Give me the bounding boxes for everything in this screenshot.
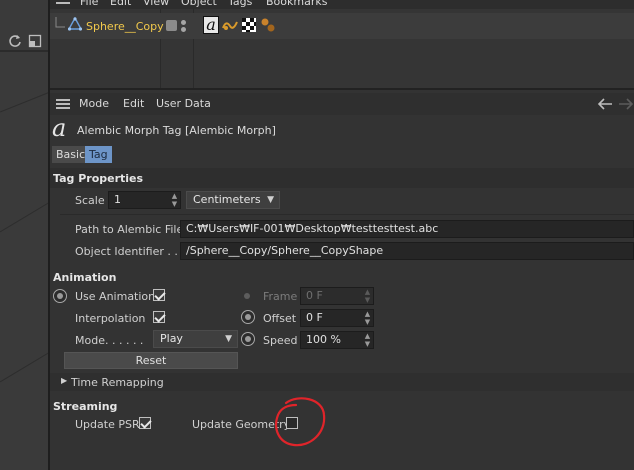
menu-view[interactable]: View — [143, 0, 169, 8]
speed-keyframe-radio[interactable] — [241, 332, 255, 346]
checker-material-icon[interactable] — [242, 18, 256, 32]
chevron-down-icon: ▼ — [225, 334, 232, 344]
forward-arrow-icon[interactable] — [617, 97, 634, 111]
render-visibility-dot[interactable] — [181, 27, 186, 32]
scale-value: 1 — [114, 193, 121, 206]
update-psr-checkbox[interactable] — [139, 417, 151, 429]
frame-field: 0 F ▲ ▼ — [300, 287, 374, 305]
attribute-manager-menubar: Mode Edit User Data — [50, 93, 634, 115]
frame-value: 0 F — [306, 289, 323, 302]
object-name[interactable]: Sphere__Copy — [86, 20, 164, 33]
menu-file[interactable]: File — [80, 0, 98, 8]
menu-hamburger-icon[interactable] — [56, 99, 70, 109]
speed-field[interactable]: 100 % ▲ ▼ — [300, 331, 374, 349]
use-animation-checkbox[interactable] — [153, 289, 165, 301]
offset-field[interactable]: 0 F ▲ ▼ — [300, 309, 374, 327]
scale-label: Scale — [75, 194, 105, 207]
update-psr-label: Update PSR — [75, 418, 140, 431]
section-title: Tag Properties — [53, 172, 144, 185]
mode-label: Mode. . . . . . — [75, 334, 144, 347]
tag-title: Alembic Morph Tag [Alembic Morph] — [77, 124, 276, 137]
path-label: Path to Alembic File — [75, 223, 184, 236]
alembic-tag-icon[interactable]: a — [203, 16, 219, 34]
identifier-label: Object Identifier . . — [75, 245, 178, 258]
rotate-view-icon[interactable] — [8, 34, 22, 48]
section-title-animation: Animation — [53, 271, 117, 284]
menu-mode[interactable]: Mode — [79, 97, 109, 110]
frame-keyframe-dot — [244, 293, 250, 299]
maximize-view-icon[interactable] — [28, 34, 42, 48]
tab-tag[interactable]: Tag — [85, 146, 112, 163]
expand-triangle-icon[interactable]: ▶ — [61, 376, 67, 385]
section-title-streaming: Streaming — [53, 400, 118, 413]
menu-hamburger-icon[interactable] — [56, 0, 70, 4]
offset-value: 0 F — [306, 311, 323, 324]
morph-tag-icon[interactable] — [222, 18, 238, 32]
editor-visibility-dot[interactable] — [181, 20, 186, 25]
menu-edit[interactable]: Edit — [110, 0, 131, 8]
frame-label: Frame — [263, 290, 298, 303]
menu-tags[interactable]: Tags — [228, 0, 252, 8]
divider — [60, 214, 634, 215]
tree-branch-icon — [55, 17, 65, 28]
mode-value: Play — [160, 332, 183, 345]
speed-label: Speed — [263, 334, 298, 347]
menu-user-data[interactable]: User Data — [156, 97, 211, 110]
viewport-panel[interactable] — [0, 0, 50, 470]
time-remapping-label: Time Remapping — [71, 376, 164, 389]
speed-value: 100 % — [306, 333, 341, 346]
use-animation-label: Use Animation — [75, 290, 156, 303]
menu-object[interactable]: Object — [181, 0, 217, 8]
polygon-object-icon — [68, 17, 82, 31]
interpolation-label: Interpolation — [75, 312, 146, 325]
units-value: Centimeters — [193, 193, 261, 206]
spheres-tag-icon[interactable] — [260, 17, 276, 33]
offset-label: Offset — [263, 312, 297, 325]
units-dropdown[interactable]: Centimeters ▼ — [186, 191, 280, 209]
time-remapping-group[interactable]: ▶ Time Remapping — [50, 373, 634, 391]
reset-button[interactable]: Reset — [64, 352, 238, 369]
path-field[interactable]: C:₩Users₩IF-001₩Desktop₩testtesttest.abc — [180, 220, 634, 238]
scale-field[interactable]: 1 ▲ ▼ — [108, 191, 181, 209]
chevron-down-icon: ▼ — [267, 195, 274, 205]
stepper-arrows-icon[interactable]: ▲ ▼ — [170, 192, 179, 208]
menu-bookmarks[interactable]: Bookmarks — [266, 0, 327, 8]
menu-edit[interactable]: Edit — [123, 97, 144, 110]
annotation-circle — [275, 397, 326, 447]
layer-toggle-icon[interactable] — [166, 20, 177, 31]
identifier-field[interactable]: /Sphere__Copy/Sphere__CopyShape — [180, 242, 634, 260]
object-manager: File Edit View Object Tags Bookmarks Sph… — [50, 0, 634, 90]
interpolation-checkbox[interactable] — [153, 311, 165, 323]
object-row-sphere-copy[interactable]: Sphere__Copy a — [50, 13, 634, 39]
tab-basic[interactable]: Basic — [52, 146, 90, 163]
stepper-arrows-icon: ▲ ▼ — [364, 288, 371, 304]
object-manager-menubar: File Edit View Object Tags Bookmarks — [50, 0, 634, 9]
stepper-arrows-icon[interactable]: ▲ ▼ — [363, 310, 372, 326]
offset-keyframe-radio[interactable] — [241, 310, 255, 324]
section-header-tag-properties: Tag Properties — [50, 168, 634, 188]
alembic-tag-large-icon: a — [52, 114, 67, 142]
use-animation-keyframe-radio[interactable] — [53, 289, 67, 303]
mode-dropdown[interactable]: Play ▼ — [153, 330, 238, 348]
stepper-arrows-icon[interactable]: ▲ ▼ — [363, 332, 372, 348]
viewport-grid — [0, 92, 48, 383]
back-arrow-icon[interactable] — [596, 97, 614, 111]
